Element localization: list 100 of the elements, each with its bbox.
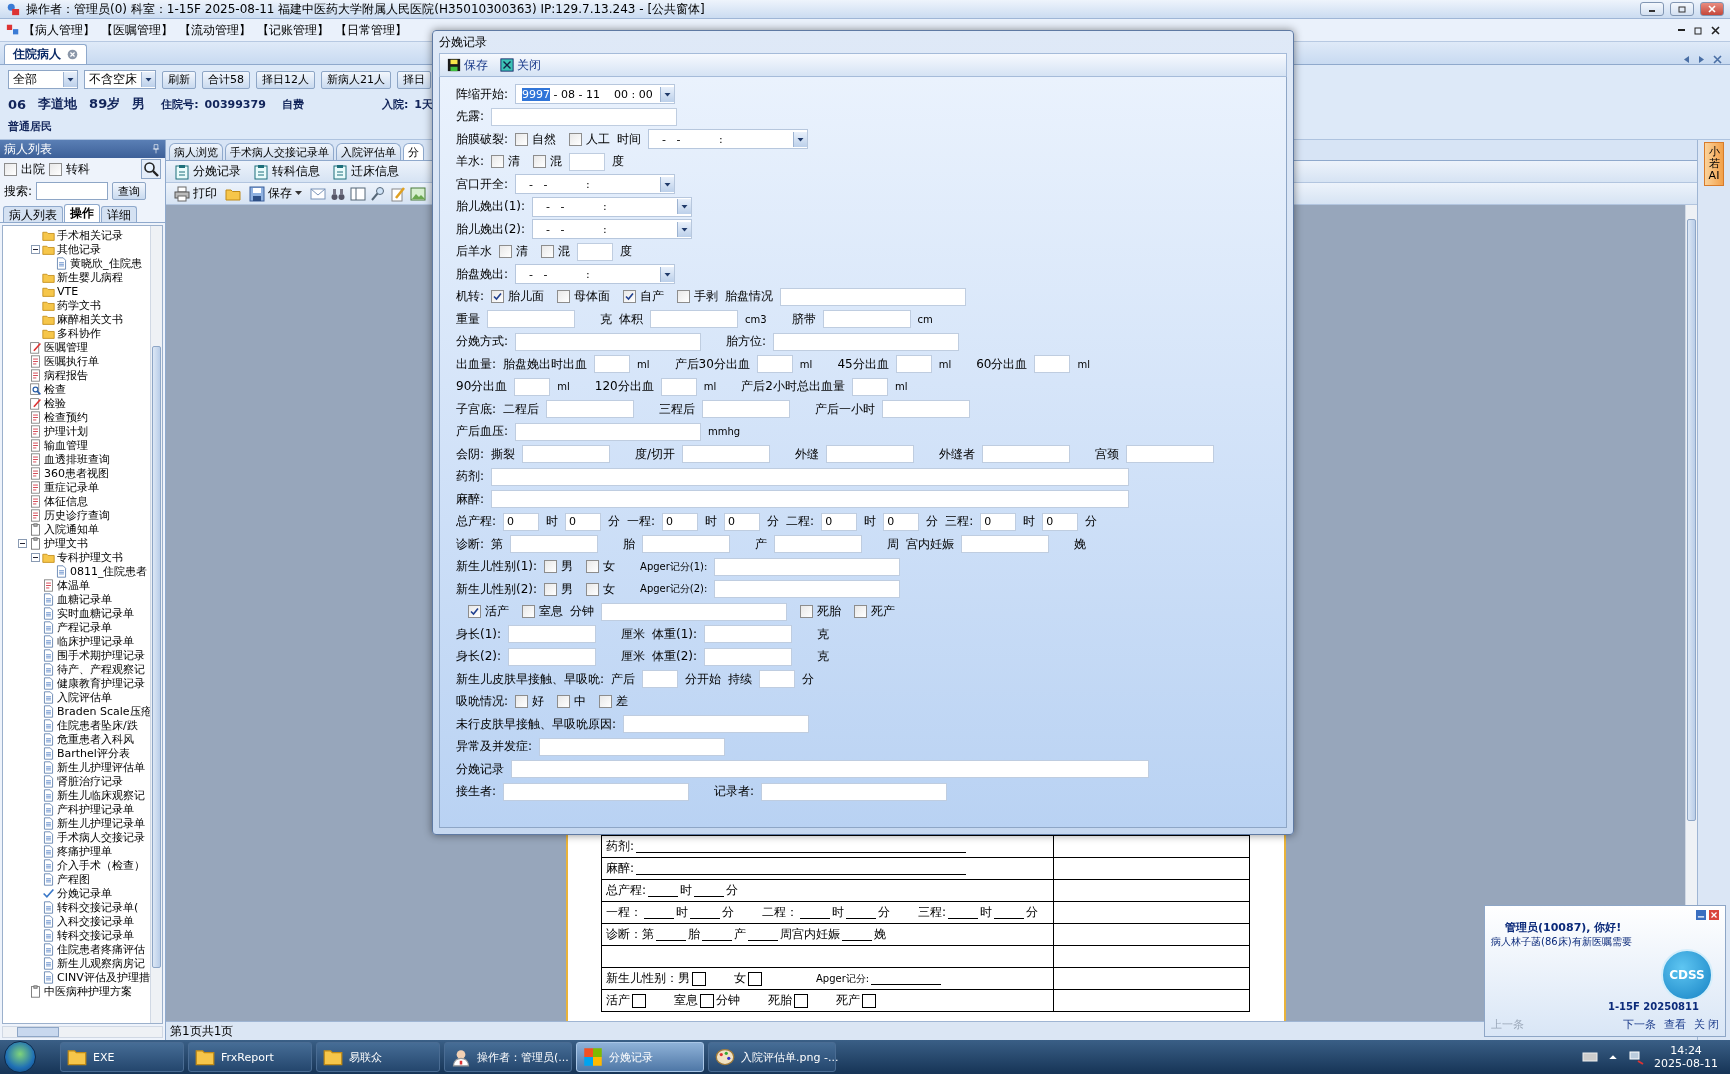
- dialog-action-button[interactable]: 保存: [444, 56, 491, 74]
- tree-item[interactable]: 危重患者入科风: [57, 731, 134, 747]
- date-time-picker[interactable]: - - :: [515, 264, 676, 285]
- minimize-button[interactable]: [1640, 2, 1664, 16]
- tree-item[interactable]: 产科护理记录单: [57, 801, 134, 817]
- tree-item[interactable]: 分娩记录单: [57, 885, 112, 901]
- scrollbar-thumb[interactable]: [17, 1027, 59, 1037]
- tree-item[interactable]: 产程图: [57, 871, 90, 887]
- text-field[interactable]: [773, 332, 960, 351]
- text-field[interactable]: [487, 310, 575, 329]
- tree-item[interactable]: 新生儿护理评估单: [57, 759, 145, 775]
- close-icon[interactable]: [67, 49, 78, 60]
- query-button[interactable]: 查询: [112, 182, 147, 200]
- tree-item[interactable]: 血糖记录单: [57, 591, 112, 607]
- text-field[interactable]: [503, 782, 690, 801]
- checkbox[interactable]: 转科: [49, 160, 90, 178]
- collapse-toggle[interactable]: [31, 552, 40, 562]
- checkbox[interactable]: 出院: [4, 160, 45, 178]
- tree-item[interactable]: 疼痛护理单: [57, 843, 112, 859]
- view-tab[interactable]: 分: [403, 143, 424, 160]
- text-field[interactable]: [491, 490, 1130, 509]
- tree-item[interactable]: 中医病种护理方案: [44, 983, 132, 999]
- text-field[interactable]: [882, 400, 971, 419]
- text-field[interactable]: [569, 152, 606, 171]
- panel-tab[interactable]: 详细: [101, 206, 137, 222]
- tree-item[interactable]: 介入手术（检查）: [57, 857, 145, 873]
- text-field[interactable]: [1034, 355, 1071, 374]
- menu-item[interactable]: 【医嘱管理】: [98, 20, 176, 40]
- tree-item[interactable]: 新生儿护理记录单: [57, 815, 145, 831]
- collapse-toggle[interactable]: [31, 244, 40, 254]
- collapse-toggle[interactable]: [18, 538, 27, 548]
- text-field[interactable]: [577, 242, 613, 261]
- dialog-action-button[interactable]: 关闭: [497, 56, 544, 74]
- taskbar-item[interactable]: 易联众: [316, 1042, 440, 1072]
- checkbox[interactable]: 男: [544, 558, 574, 576]
- taskbar-item[interactable]: 入院评估单.png -...: [708, 1042, 836, 1072]
- tree-item[interactable]: 病程报告: [44, 367, 88, 383]
- text-field[interactable]: [1126, 445, 1215, 464]
- notification-link[interactable]: 查看: [1663, 1017, 1686, 1032]
- scrollbar[interactable]: [2, 1026, 163, 1038]
- tree-item[interactable]: 专科护理文书: [57, 549, 123, 565]
- text-field[interactable]: [601, 602, 787, 621]
- date-time-picker[interactable]: - - :: [532, 219, 693, 240]
- tree-item[interactable]: 多科协作: [57, 325, 101, 341]
- text-field[interactable]: [895, 355, 932, 374]
- print-button[interactable]: 打印: [170, 184, 221, 203]
- text-field[interactable]: [704, 625, 793, 644]
- text-field[interactable]: [642, 670, 679, 689]
- close-icon[interactable]: [1709, 910, 1719, 920]
- checkbox[interactable]: 好: [515, 693, 545, 711]
- checkbox[interactable]: 清: [491, 153, 521, 171]
- text-field[interactable]: [511, 760, 1149, 779]
- start-button[interactable]: [4, 1041, 36, 1073]
- menu-item[interactable]: 【流动管理】: [176, 20, 254, 40]
- scrollbar-thumb[interactable]: [152, 346, 161, 968]
- tree-item[interactable]: 待产、产程观察记: [57, 661, 145, 677]
- text-field[interactable]: [522, 445, 611, 464]
- checkbox[interactable]: 混: [541, 243, 570, 261]
- text-field[interactable]: [774, 535, 863, 554]
- tree-item[interactable]: 住院患者坠床/跌: [57, 717, 138, 733]
- tree-item[interactable]: Barthel评分表: [57, 745, 130, 761]
- filter-button[interactable]: 择日: [397, 70, 431, 89]
- tree-item[interactable]: 医嘱管理: [44, 339, 88, 355]
- checkbox[interactable]: 死产: [854, 603, 895, 621]
- tree-item[interactable]: 实时血糖记录单: [57, 605, 134, 621]
- tree-item[interactable]: 肾脏治疗记录: [57, 773, 123, 789]
- tree-item[interactable]: VTE: [57, 284, 79, 298]
- record-button[interactable]: 分娩记录: [170, 162, 245, 181]
- tree-item[interactable]: 新生儿观察病房记: [57, 955, 145, 971]
- view-tab[interactable]: 入院评估单: [336, 143, 401, 160]
- tree-item[interactable]: 输血管理: [44, 437, 88, 453]
- text-field[interactable]: [546, 400, 635, 419]
- text-field[interactable]: [491, 467, 1130, 486]
- notification-link[interactable]: 关 闭: [1693, 1017, 1719, 1032]
- tree-item[interactable]: 黄晓欣_住院患: [70, 255, 142, 271]
- text-field[interactable]: 0: [503, 512, 540, 531]
- text-field[interactable]: [822, 310, 911, 329]
- scrollbar[interactable]: [150, 226, 162, 1023]
- tree-item[interactable]: 血透排班查询: [44, 451, 110, 467]
- text-field[interactable]: [508, 625, 597, 644]
- tree-item[interactable]: 转科交接记录单(: [57, 899, 139, 915]
- checkbox[interactable]: 女: [586, 558, 616, 576]
- tree-item[interactable]: 历史诊疗查询: [44, 507, 110, 523]
- checkbox[interactable]: 手剥: [677, 288, 719, 306]
- text-field[interactable]: [756, 355, 793, 374]
- tree-item[interactable]: 体征信息: [44, 493, 88, 509]
- checkbox[interactable]: 室息: [522, 603, 563, 621]
- tree-item[interactable]: 医嘱执行单: [44, 353, 99, 369]
- tree-item[interactable]: 药学文书: [57, 297, 101, 313]
- tree-item[interactable]: 入科交接记录单: [57, 913, 134, 929]
- checkbox[interactable]: 自产: [623, 288, 665, 306]
- record-button[interactable]: 迁床信息: [328, 162, 403, 181]
- text-field[interactable]: [491, 107, 678, 126]
- text-field[interactable]: [623, 715, 810, 734]
- text-field[interactable]: [702, 400, 791, 419]
- date-time-picker[interactable]: - - :: [648, 129, 809, 150]
- tree-item[interactable]: 护理文书: [44, 535, 88, 551]
- search-field[interactable]: [36, 182, 109, 200]
- notification-link[interactable]: 下一条: [1622, 1017, 1656, 1032]
- text-field[interactable]: [594, 355, 631, 374]
